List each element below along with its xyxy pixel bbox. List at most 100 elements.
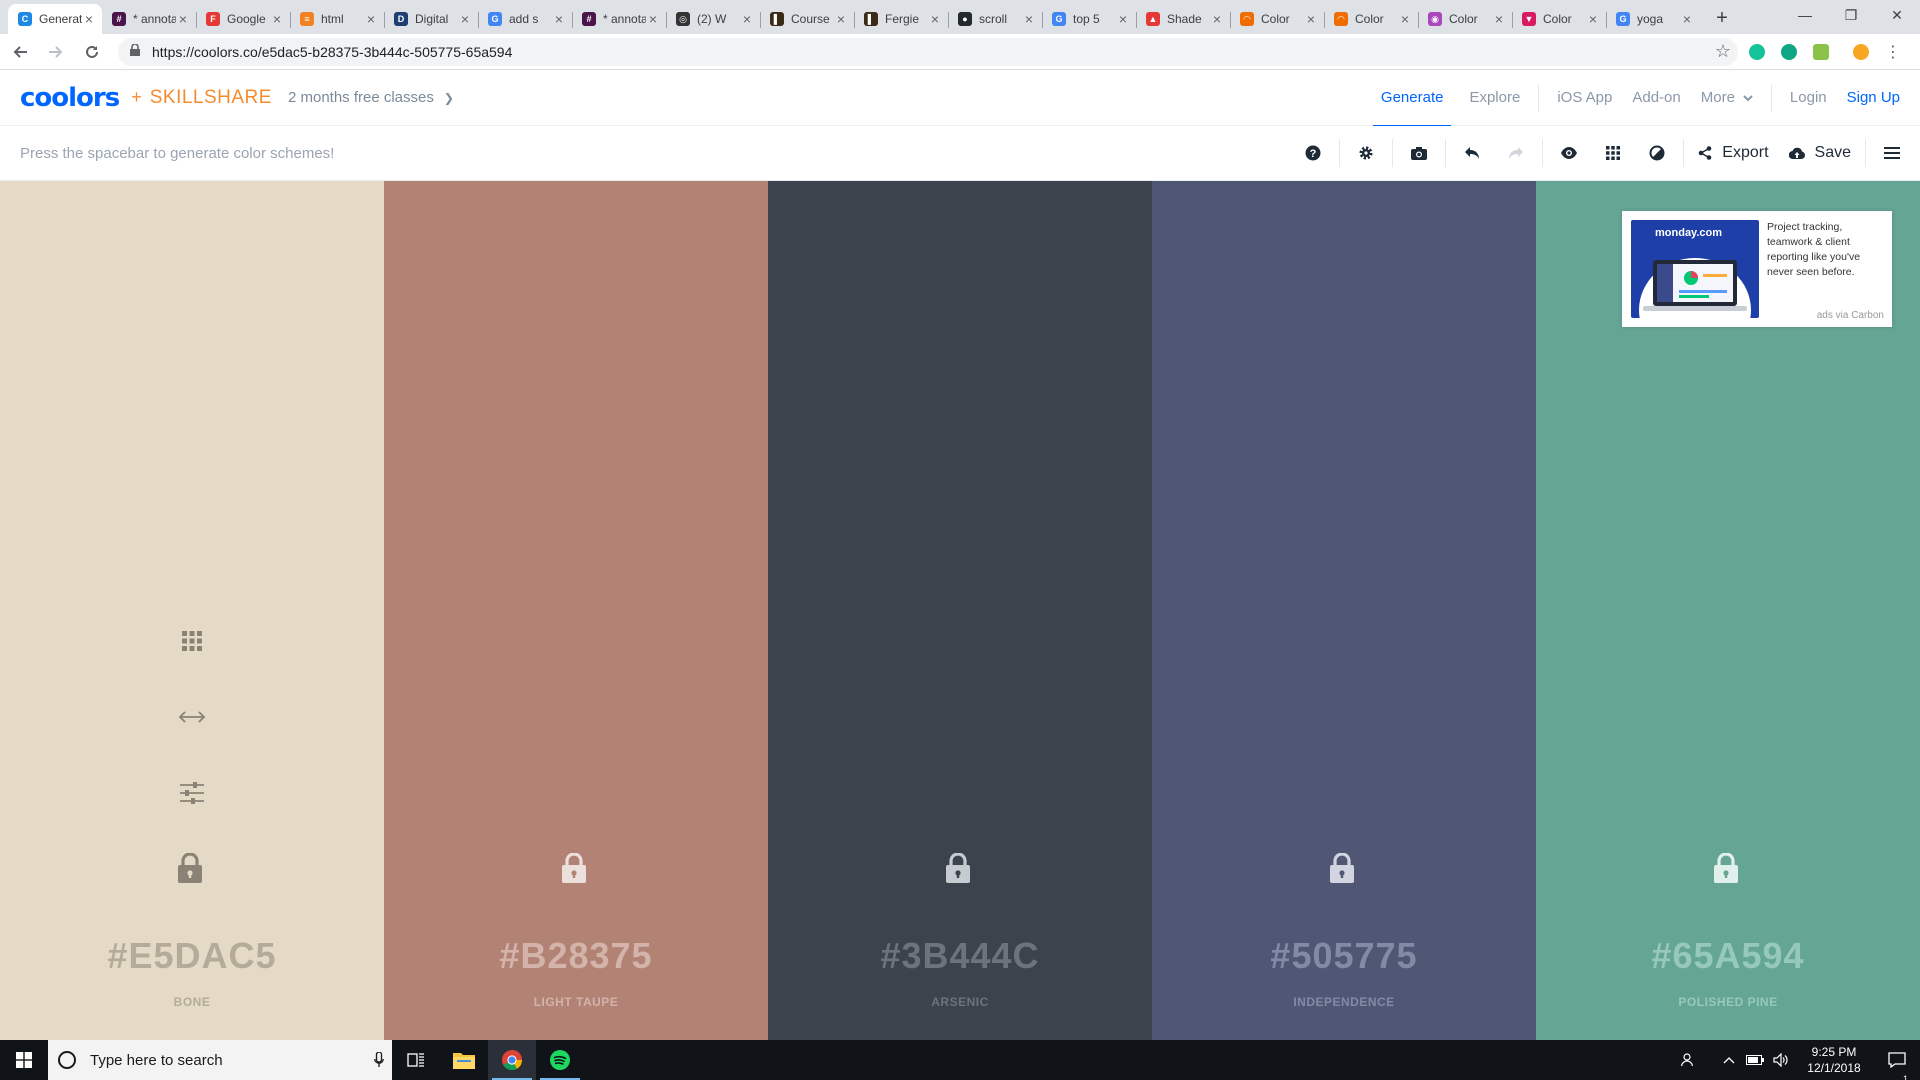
hex-code[interactable]: #E5DAC5 (0, 935, 384, 977)
minimize-button[interactable]: — (1782, 0, 1828, 30)
lock-icon[interactable] (1714, 852, 1742, 887)
browser-tab[interactable]: Gadd s × (478, 4, 572, 34)
close-tab-icon[interactable]: × (834, 11, 848, 27)
lock-icon[interactable] (946, 852, 974, 887)
browser-tab[interactable]: # * annotation× (572, 4, 666, 34)
close-tab-icon[interactable]: × (1210, 11, 1224, 27)
hex-code[interactable]: #505775 (1152, 935, 1536, 977)
ad-text[interactable]: Project tracking, teamwork & client repo… (1767, 220, 1885, 280)
help-button[interactable]: ? (1291, 133, 1335, 173)
browser-menu-button[interactable]: ⋮ (1880, 39, 1906, 65)
adjust-button[interactable] (1635, 133, 1679, 173)
action-center-button[interactable]: 1 (1874, 1052, 1920, 1080)
close-tab-icon[interactable]: × (1022, 11, 1036, 27)
close-tab-icon[interactable]: × (1586, 11, 1600, 27)
people-icon[interactable] (1676, 1053, 1702, 1067)
settings-button[interactable] (1344, 133, 1388, 173)
start-button[interactable] (0, 1040, 48, 1080)
browser-tab[interactable]: F Google × (196, 4, 290, 34)
eyedropper-extension[interactable] (1808, 39, 1834, 65)
adjust-color-button[interactable] (172, 773, 212, 813)
nav-ios-app[interactable]: iOS App (1549, 70, 1620, 126)
chevron-up-icon[interactable] (1716, 1056, 1742, 1064)
mercury-extension[interactable] (1776, 39, 1802, 65)
shades-button[interactable] (172, 621, 212, 661)
nav-signup[interactable]: Sign Up (1839, 70, 1908, 126)
lock-icon[interactable] (178, 852, 206, 887)
star-icon[interactable]: ☆ (1708, 41, 1738, 62)
close-tab-icon[interactable]: × (1304, 11, 1318, 27)
spotify-taskbar-button[interactable] (536, 1040, 584, 1080)
save-button[interactable]: Save (1779, 133, 1861, 173)
browser-tab[interactable]: ▌ Course × (760, 4, 854, 34)
close-tab-icon[interactable]: × (1680, 11, 1694, 27)
browser-tab[interactable]: Gyoga × (1606, 4, 1700, 34)
close-tab-icon[interactable]: × (458, 11, 472, 27)
hex-code[interactable]: #3B444C (768, 935, 1152, 977)
reload-button[interactable] (76, 36, 108, 68)
volume-icon[interactable] (1768, 1053, 1794, 1067)
taskbar-clock[interactable]: 9:25 PM 12/1/2018 (1794, 1044, 1874, 1076)
close-window-button[interactable]: ✕ (1874, 0, 1920, 30)
browser-tab[interactable]: ◉ Color × (1418, 4, 1512, 34)
camera-button[interactable] (1397, 133, 1441, 173)
browser-tab[interactable]: # * annotation× (102, 4, 196, 34)
swatch-light-taupe[interactable]: #B28375 LIGHT TAUPE (384, 181, 768, 1040)
view-button[interactable] (1547, 133, 1591, 173)
close-tab-icon[interactable]: × (270, 11, 284, 27)
hex-code[interactable]: #B28375 (384, 935, 768, 977)
browser-tab[interactable]: Gtop 5 × (1042, 4, 1136, 34)
close-tab-icon[interactable]: × (552, 11, 566, 27)
coolors-logo[interactable]: coolors (20, 83, 120, 113)
close-tab-icon[interactable]: × (928, 11, 942, 27)
browser-tab[interactable]: ◎ (2) W × (666, 4, 760, 34)
carbon-ad[interactable]: monday.com Project tracking, teamwork & … (1622, 211, 1892, 327)
close-tab-icon[interactable]: × (176, 11, 190, 27)
lock-icon[interactable] (562, 852, 590, 887)
address-bar[interactable]: https://coolors.co/e5dac5-b28375-3b444c-… (118, 37, 1738, 66)
file-explorer-button[interactable] (440, 1040, 488, 1080)
lock-icon[interactable] (1330, 852, 1358, 887)
nav-addon[interactable]: Add-on (1624, 70, 1688, 126)
drag-button[interactable] (172, 697, 212, 737)
close-tab-icon[interactable]: × (364, 11, 378, 27)
hex-code[interactable]: #65A594 (1536, 935, 1920, 977)
skillshare-logo[interactable]: SKILLSHARE (150, 87, 272, 109)
close-tab-icon[interactable]: × (646, 11, 660, 27)
battery-icon[interactable] (1742, 1055, 1768, 1065)
grammarly-extension[interactable] (1744, 39, 1770, 65)
close-tab-icon[interactable]: × (1116, 11, 1130, 27)
new-tab-button[interactable]: + (1708, 4, 1736, 32)
swatch-bone[interactable]: #E5DAC5 BONE (0, 181, 384, 1040)
close-tab-icon[interactable]: × (1492, 11, 1506, 27)
swatch-independence[interactable]: #505775 INDEPENDENCE (1152, 181, 1536, 1040)
export-button[interactable]: Export (1688, 133, 1778, 173)
browser-tab[interactable]: ◠ Color × (1230, 4, 1324, 34)
nav-login[interactable]: Login (1782, 70, 1835, 126)
browser-tab[interactable]: D Digital × (384, 4, 478, 34)
back-button[interactable] (4, 36, 36, 68)
restore-button[interactable]: ❐ (1828, 0, 1874, 30)
chrome-taskbar-button[interactable] (488, 1040, 536, 1080)
browser-tab[interactable]: ▲ Shade × (1136, 4, 1230, 34)
browser-tab[interactable]: ◠ Color × (1324, 4, 1418, 34)
browser-tab[interactable]: ▌ Fergie × (854, 4, 948, 34)
microphone-icon[interactable] (366, 1052, 392, 1068)
close-tab-icon[interactable]: × (82, 11, 96, 27)
browser-tab[interactable]: ≡ html × (290, 4, 384, 34)
close-tab-icon[interactable]: × (1398, 11, 1412, 27)
task-view-button[interactable] (392, 1040, 440, 1080)
palette-grid-button[interactable] (1591, 133, 1635, 173)
undo-button[interactable] (1450, 133, 1494, 173)
nav-generate[interactable]: Generate (1372, 70, 1452, 127)
browser-tab[interactable]: ▼ Color × (1512, 4, 1606, 34)
browser-tab[interactable]: ● scroll × (948, 4, 1042, 34)
promo-link[interactable]: 2 months free classes (288, 89, 434, 106)
profile-extension[interactable] (1848, 39, 1874, 65)
close-tab-icon[interactable]: × (740, 11, 754, 27)
nav-more[interactable]: More (1693, 70, 1761, 126)
hamburger-menu-button[interactable] (1870, 133, 1914, 173)
browser-tab[interactable]: C Generate× (8, 4, 102, 34)
redo-button[interactable] (1494, 133, 1538, 173)
ad-attribution[interactable]: ads via Carbon (1817, 310, 1884, 321)
